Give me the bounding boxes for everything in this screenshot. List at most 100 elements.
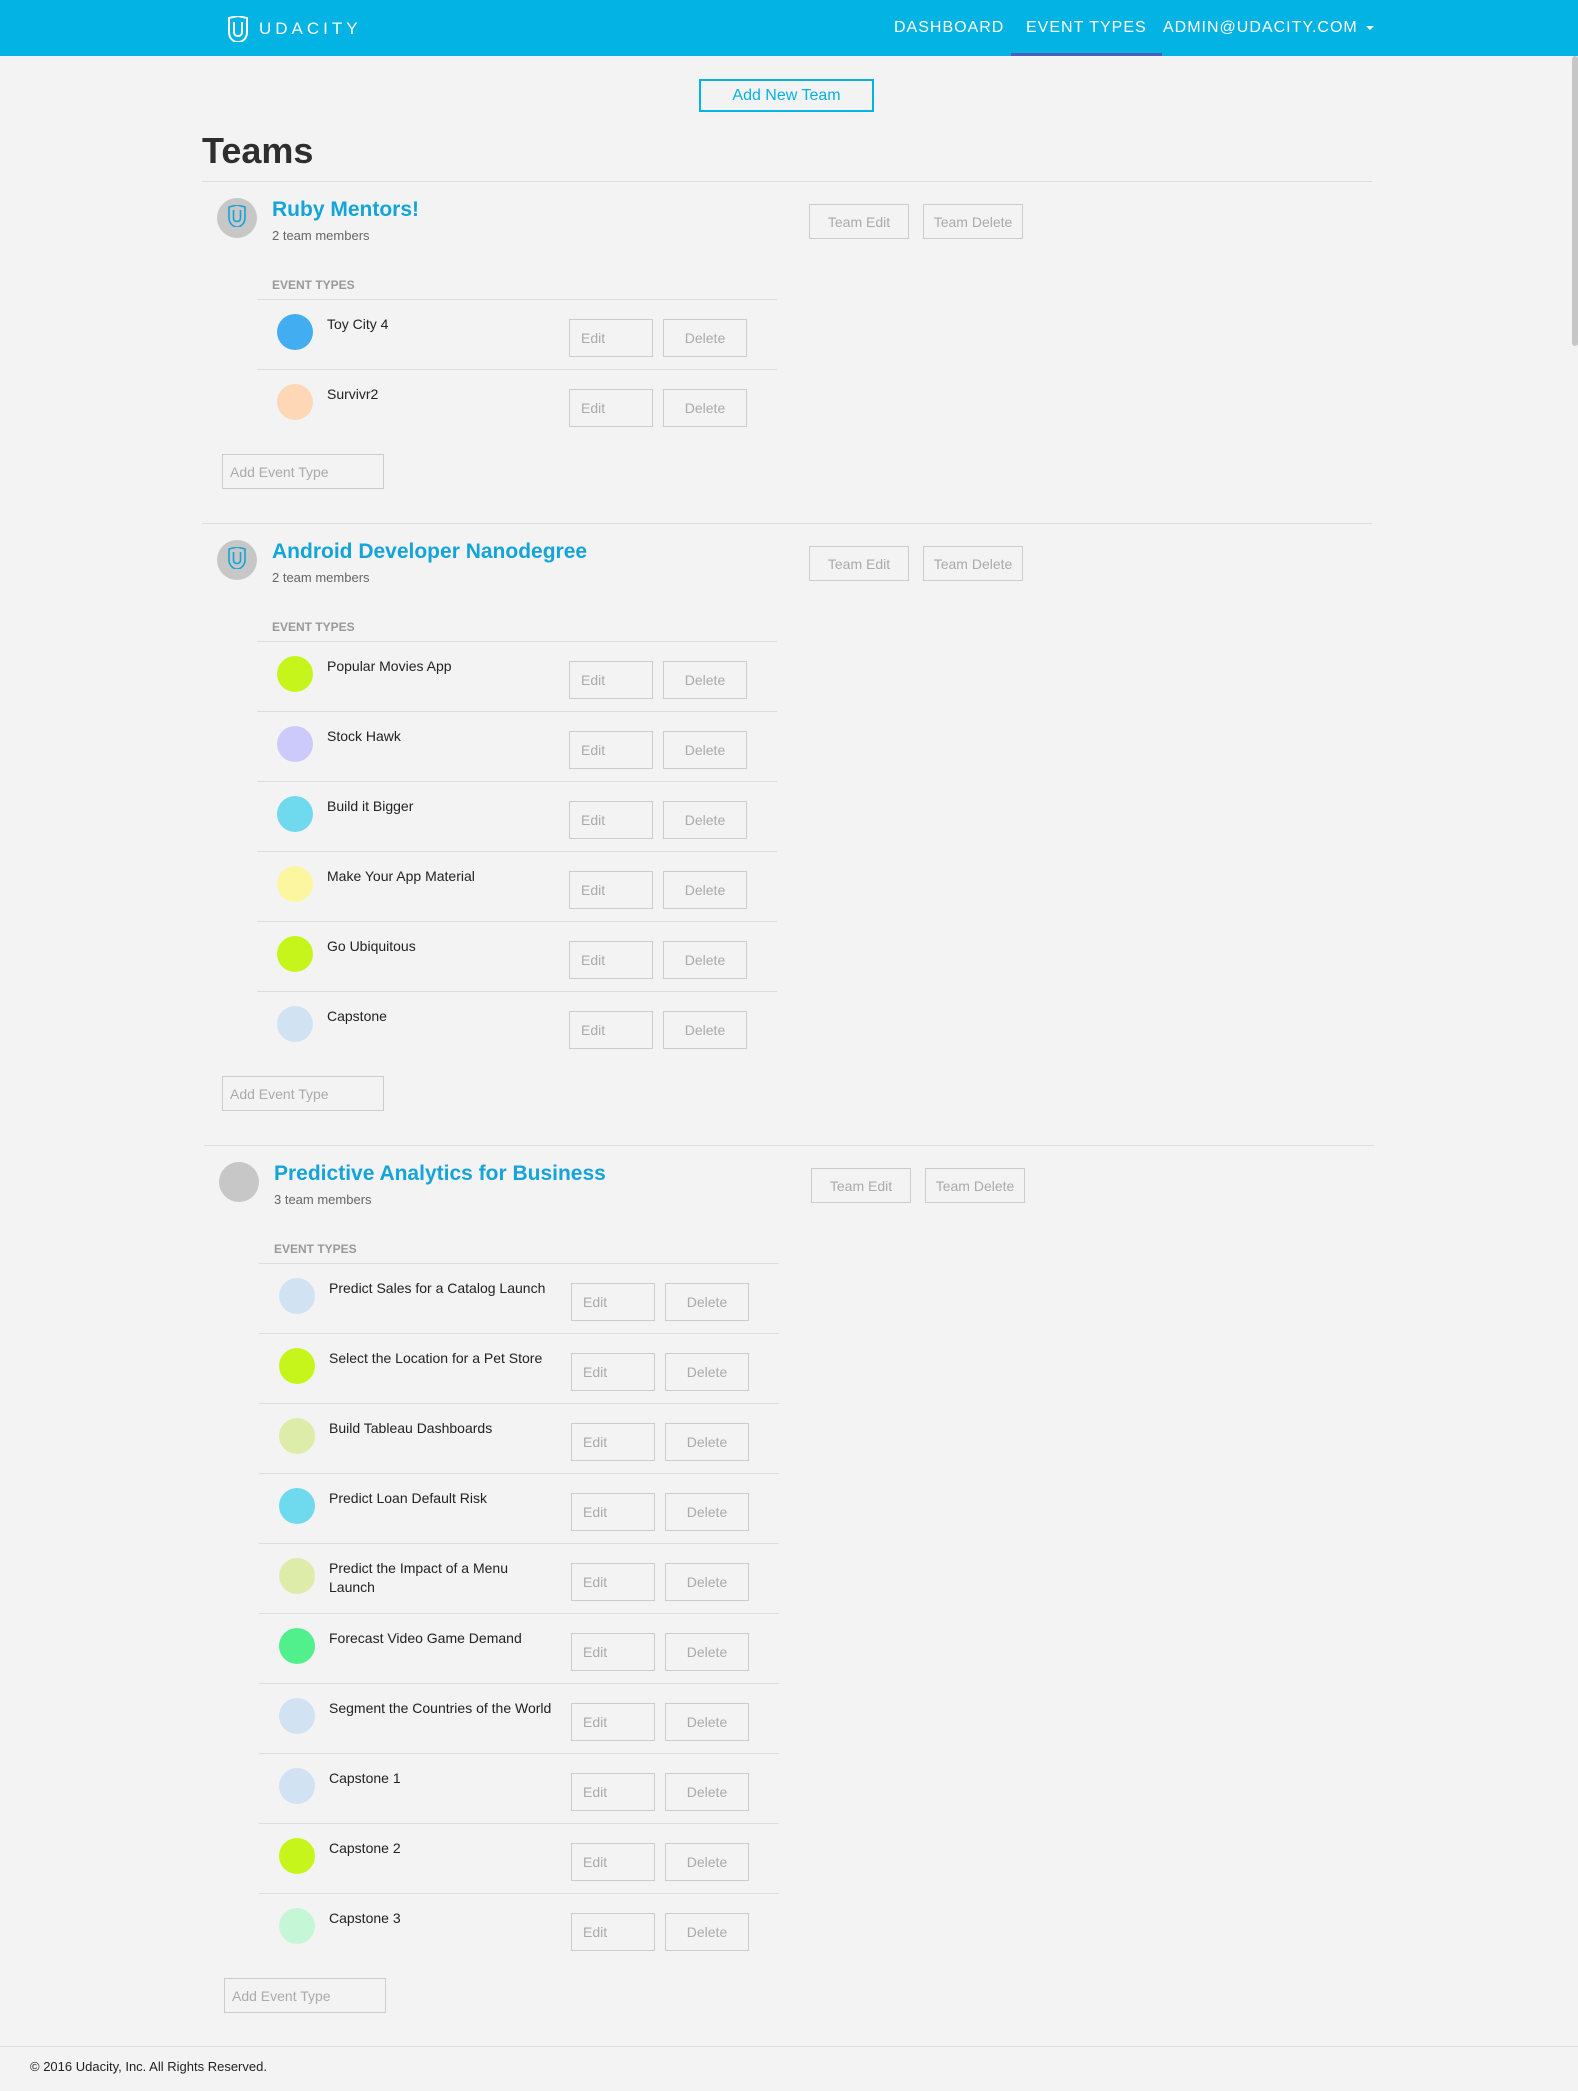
event-type-edit-button[interactable]: Edit	[571, 1633, 655, 1671]
event-type-color-swatch	[279, 1908, 315, 1944]
event-type-color-swatch	[277, 1006, 313, 1042]
event-type-row: Go Ubiquitous Edit Delete	[257, 921, 777, 991]
event-types-heading: EVENT TYPES	[274, 1242, 357, 1256]
event-type-edit-button[interactable]: Edit	[571, 1493, 655, 1531]
event-type-edit-button[interactable]: Edit	[569, 801, 653, 839]
scrollbar-thumb[interactable]	[1572, 56, 1578, 346]
team-delete-button[interactable]: Team Delete	[923, 546, 1023, 581]
event-type-color-swatch	[277, 656, 313, 692]
event-types-list: Toy City 4 Edit Delete Survivr2 Edit Delete	[257, 299, 777, 439]
add-event-type-input[interactable]	[222, 1076, 384, 1111]
event-type-row: Survivr2 Edit Delete	[257, 369, 777, 439]
event-types-list: Predict Sales for a Catalog Launch Edit De…	[259, 1263, 779, 1963]
event-type-color-swatch	[277, 314, 313, 350]
event-type-color-swatch	[279, 1488, 315, 1524]
udacity-logo-icon	[228, 16, 248, 42]
team-edit-button[interactable]: Team Edit	[809, 204, 909, 239]
team-edit-button[interactable]: Team Edit	[811, 1168, 911, 1203]
event-type-delete-button[interactable]: Delete	[663, 801, 747, 839]
event-type-name: Capstone 3	[329, 1910, 401, 1926]
event-type-delete-button[interactable]: Delete	[665, 1353, 749, 1391]
event-type-name: Segment the Countries of the World	[329, 1700, 552, 1716]
event-type-edit-button[interactable]: Edit	[571, 1913, 655, 1951]
event-type-delete-button[interactable]: Delete	[665, 1633, 749, 1671]
event-type-edit-button[interactable]: Edit	[571, 1283, 655, 1321]
event-type-name: Stock Hawk	[327, 728, 401, 744]
event-type-name: Build Tableau Dashboards	[329, 1420, 493, 1436]
event-type-row: Build Tableau Dashboards Edit Delete	[259, 1403, 779, 1473]
event-type-name: Select the Location for a Pet Store	[329, 1350, 543, 1366]
event-type-delete-button[interactable]: Delete	[665, 1423, 749, 1461]
event-type-edit-button[interactable]: Edit	[569, 661, 653, 699]
event-type-name: Capstone 2	[329, 1840, 401, 1856]
event-type-delete-button[interactable]: Delete	[665, 1913, 749, 1951]
team-name-link[interactable]: Android Developer Nanodegree	[272, 540, 587, 564]
team-name-link[interactable]: Predictive Analytics for Business	[274, 1162, 606, 1186]
event-type-color-swatch	[279, 1628, 315, 1664]
event-type-delete-button[interactable]: Delete	[665, 1283, 749, 1321]
team-delete-button[interactable]: Team Delete	[923, 204, 1023, 239]
event-type-color-swatch	[279, 1698, 315, 1734]
nav-dashboard[interactable]: DASHBOARD	[894, 0, 1004, 56]
event-type-color-swatch	[279, 1768, 315, 1804]
event-type-row: Predict Sales for a Catalog Launch Edit De…	[259, 1263, 779, 1333]
nav-user-menu[interactable]: ADMIN@UDACITY.COM	[1163, 0, 1374, 56]
copyright-text: © 2016 Udacity, Inc. All Rights Reserved…	[30, 2059, 267, 2074]
event-type-name: Predict Sales for a Catalog Launch	[329, 1280, 546, 1296]
nav-event-types[interactable]: EVENT TYPES	[1011, 0, 1162, 56]
event-type-delete-button[interactable]: Delete	[665, 1563, 749, 1601]
event-type-delete-button[interactable]: Delete	[665, 1773, 749, 1811]
event-type-edit-button[interactable]: Edit	[569, 389, 653, 427]
event-type-edit-button[interactable]: Edit	[569, 941, 653, 979]
event-type-delete-button[interactable]: Delete	[665, 1703, 749, 1741]
event-type-delete-button[interactable]: Delete	[663, 661, 747, 699]
event-type-delete-button[interactable]: Delete	[663, 319, 747, 357]
event-type-delete-button[interactable]: Delete	[665, 1843, 749, 1881]
event-type-edit-button[interactable]: Edit	[569, 1011, 653, 1049]
add-event-type-input[interactable]	[222, 454, 384, 489]
event-type-delete-button[interactable]: Delete	[665, 1493, 749, 1531]
event-type-color-swatch	[279, 1418, 315, 1454]
event-type-name: Survivr2	[327, 386, 379, 402]
event-type-delete-button[interactable]: Delete	[663, 389, 747, 427]
event-type-edit-button[interactable]: Edit	[571, 1563, 655, 1601]
event-type-row: Toy City 4 Edit Delete	[257, 299, 777, 369]
event-type-name: Capstone 1	[329, 1770, 401, 1786]
event-type-name: Predict the Impact of a Menu Launch	[329, 1560, 508, 1595]
team-avatar	[217, 198, 257, 238]
event-type-delete-button[interactable]: Delete	[663, 731, 747, 769]
event-type-name: Make Your App Material	[327, 868, 475, 884]
team-delete-button[interactable]: Team Delete	[925, 1168, 1025, 1203]
event-type-name: Build it Bigger	[327, 798, 414, 814]
add-new-team-button[interactable]: Add New Team	[699, 79, 874, 112]
page-title: Teams	[202, 130, 314, 171]
event-type-color-swatch	[277, 936, 313, 972]
team-edit-button[interactable]: Team Edit	[809, 546, 909, 581]
event-type-edit-button[interactable]: Edit	[571, 1773, 655, 1811]
footer: © 2016 Udacity, Inc. All Rights Reserved…	[0, 2046, 1578, 2091]
team-section: Ruby Mentors! 2 team members Team Edit Team…	[202, 181, 1372, 518]
event-type-name: Go Ubiquitous	[327, 938, 416, 954]
event-type-name: Forecast Video Game Demand	[329, 1630, 522, 1646]
event-type-edit-button[interactable]: Edit	[571, 1703, 655, 1741]
event-type-edit-button[interactable]: Edit	[571, 1843, 655, 1881]
team-member-count: 2 team members	[272, 228, 370, 243]
add-event-type-input[interactable]	[224, 1978, 386, 2013]
event-type-edit-button[interactable]: Edit	[569, 871, 653, 909]
event-type-row: Capstone Edit Delete	[257, 991, 777, 1061]
event-type-delete-button[interactable]: Delete	[663, 1011, 747, 1049]
event-type-edit-button[interactable]: Edit	[571, 1423, 655, 1461]
event-type-row: Make Your App Material Edit Delete	[257, 851, 777, 921]
event-type-row: Stock Hawk Edit Delete	[257, 711, 777, 781]
event-type-edit-button[interactable]: Edit	[569, 319, 653, 357]
team-section: Predictive Analytics for Business 3 team …	[204, 1145, 1374, 2042]
udacity-logo-icon	[226, 203, 248, 232]
event-type-edit-button[interactable]: Edit	[569, 731, 653, 769]
event-type-edit-button[interactable]: Edit	[571, 1353, 655, 1391]
event-type-color-swatch	[277, 384, 313, 420]
team-name-link[interactable]: Ruby Mentors!	[272, 198, 419, 222]
event-type-color-swatch	[279, 1838, 315, 1874]
udacity-logo[interactable]: UDACITY	[225, 16, 362, 42]
event-type-delete-button[interactable]: Delete	[663, 871, 747, 909]
event-type-delete-button[interactable]: Delete	[663, 941, 747, 979]
